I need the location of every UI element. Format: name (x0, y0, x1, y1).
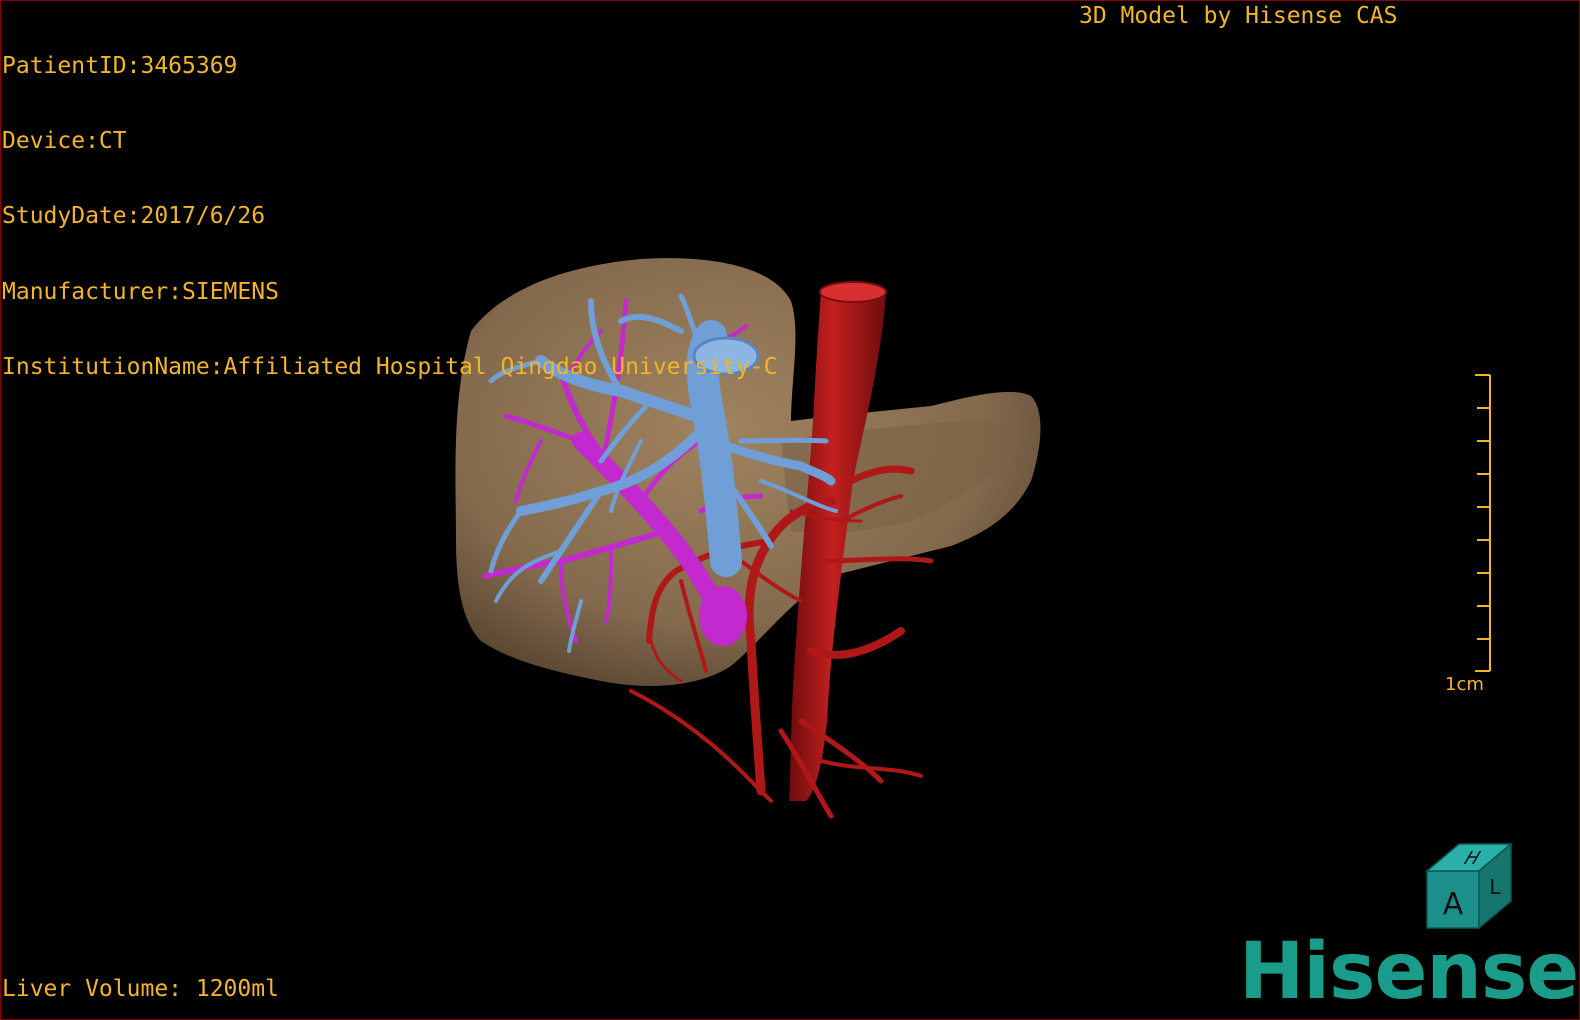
liver-volume: Liver Volume: 1200ml (2, 976, 279, 1002)
device: Device:CT (2, 128, 127, 155)
scale-bar-icon (1475, 374, 1491, 672)
cube-front-label: A (1443, 887, 1464, 922)
patient-info-overlay: PatientID:3465369 Device:CT StudyDate:20… (2, 4, 777, 430)
scale-label: 1cm (1445, 674, 1484, 695)
hisense-logo: Hisense (1239, 927, 1579, 1017)
patient-id: PatientID:3465369 (2, 53, 238, 79)
cube-side-label: L (1489, 875, 1501, 899)
orientation-cube-icon[interactable]: A H L (1419, 836, 1529, 936)
model-credit: 3D Model by Hisense CAS (1079, 3, 1398, 29)
3d-viewport[interactable]: PatientID:3465369 Device:CT StudyDate:20… (0, 0, 1580, 1020)
hepatic-vein-trunk (699, 586, 747, 646)
study-date: StudyDate:2017/6/26 (2, 203, 266, 230)
manufacturer: Manufacturer:SIEMENS (2, 278, 279, 305)
institution-name: InstitutionName:Affiliated Hospital Qing… (2, 353, 778, 380)
